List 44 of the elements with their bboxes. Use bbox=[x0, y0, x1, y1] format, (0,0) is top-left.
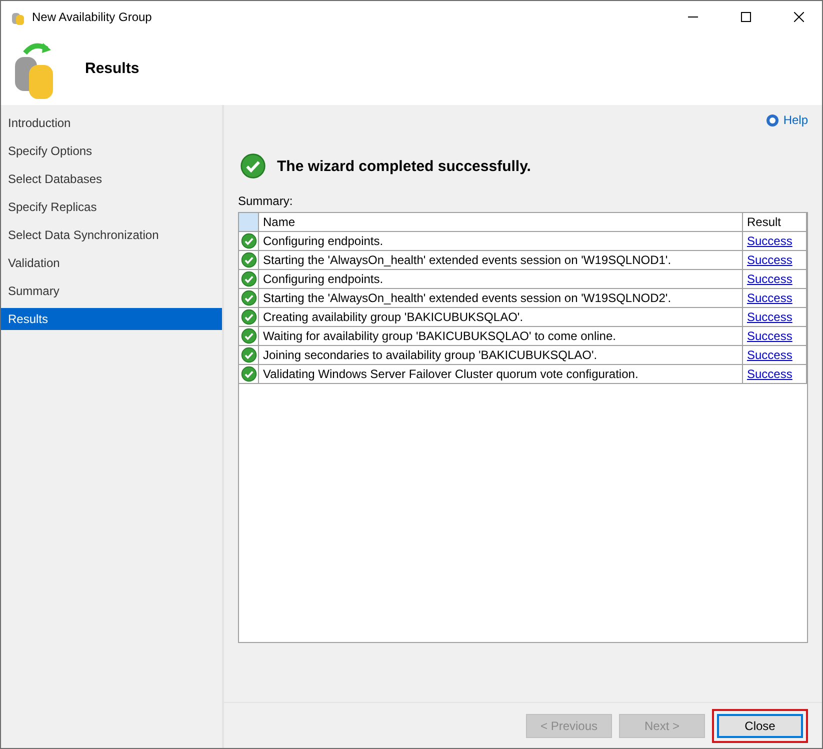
table-cell: Starting the 'AlwaysOn_health' extended events session on 'W19SQLNOD1'. bbox=[259, 251, 743, 270]
wizard-button[interactable]: Close bbox=[712, 708, 808, 742]
result-link[interactable]: Success bbox=[747, 272, 792, 286]
table-cell: Joining secondaries to availability group 'BAKICUBUKSQLAO'. bbox=[259, 346, 743, 365]
summary-label: Summary: bbox=[238, 194, 294, 208]
result-link[interactable]: Success bbox=[747, 253, 792, 267]
column-header: Result bbox=[743, 213, 807, 232]
result-link[interactable]: Success bbox=[747, 291, 792, 305]
check-icon bbox=[240, 290, 256, 306]
close-icon[interactable] bbox=[794, 12, 804, 22]
sidebar-item[interactable]: Results bbox=[1, 308, 222, 330]
sidebar-item[interactable]: Introduction bbox=[1, 112, 222, 134]
result-link[interactable]: Success bbox=[747, 234, 792, 248]
page-title: Results bbox=[85, 60, 140, 77]
table-cell: Configuring endpoints. bbox=[259, 232, 743, 251]
maximize-icon[interactable] bbox=[741, 12, 751, 22]
window-title: New Availability Group bbox=[32, 10, 153, 24]
table-cell: Starting the 'AlwaysOn_health' extended events session on 'W19SQLNOD2'. bbox=[259, 289, 743, 308]
sidebar-item[interactable]: Specify Options bbox=[1, 140, 222, 162]
status-message: The wizard completed successfully. bbox=[277, 158, 531, 174]
table-cell: Waiting for availability group 'BAKICUBUKSQLAO' to come online. bbox=[259, 327, 743, 346]
result-link[interactable]: Success bbox=[747, 329, 792, 343]
result-link[interactable]: Success bbox=[747, 367, 792, 381]
check-icon bbox=[240, 252, 256, 268]
check-icon bbox=[240, 328, 256, 344]
help-link[interactable]: Help bbox=[766, 113, 808, 127]
check-icon bbox=[240, 366, 256, 382]
check-icon bbox=[240, 153, 266, 179]
sidebar-item[interactable]: Select Data Synchronization bbox=[1, 224, 222, 246]
result-link[interactable]: Success bbox=[747, 310, 792, 324]
check-icon bbox=[240, 233, 256, 249]
check-icon bbox=[240, 347, 256, 363]
check-icon bbox=[240, 271, 256, 287]
check-icon bbox=[240, 309, 256, 325]
sidebar-item[interactable]: Validation bbox=[1, 252, 222, 274]
table-cell: Creating availability group 'BAKICUBUKSQLAO'. bbox=[259, 308, 743, 327]
sidebar-item[interactable]: Summary bbox=[1, 280, 222, 302]
sidebar-item[interactable]: Specify Replicas bbox=[1, 196, 222, 218]
help-icon bbox=[766, 114, 780, 126]
result-link[interactable]: Success bbox=[747, 348, 792, 362]
column-header: Name bbox=[259, 213, 743, 232]
sidebar-item[interactable]: Select Databases bbox=[1, 168, 222, 190]
table-cell: Validating Windows Server Failover Cluster quorum vote configuration. bbox=[259, 365, 743, 384]
table-cell: Configuring endpoints. bbox=[259, 270, 743, 289]
